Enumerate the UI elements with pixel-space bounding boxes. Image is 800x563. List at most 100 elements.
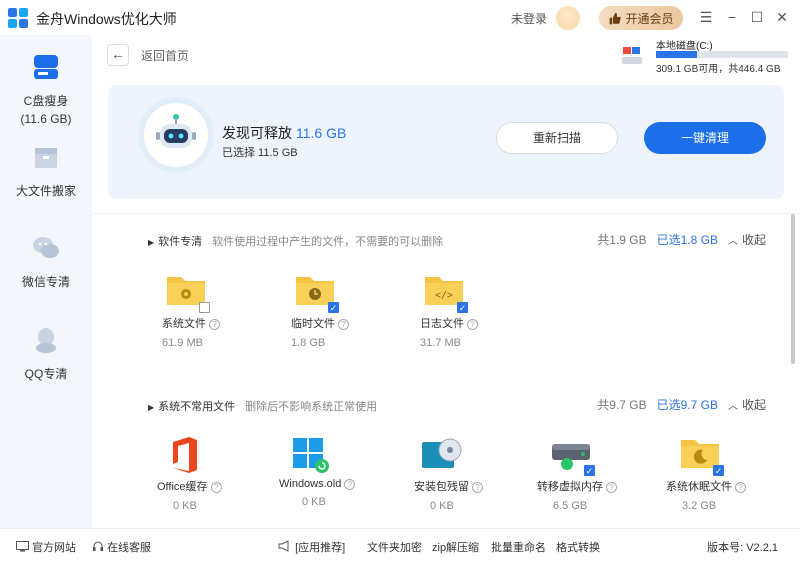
website-label: 官方网站 [32,542,77,554]
close-icon[interactable]: ✕ [774,9,790,25]
help-icon[interactable]: ? [209,319,220,330]
qq-icon [36,328,56,353]
headset-icon [93,541,103,551]
checkbox-checked[interactable]: ✓ [713,465,724,476]
help-icon[interactable]: ? [344,479,356,490]
section-desc: 软件使用过程中产生的文件，不需要的可以删除 [212,236,444,248]
section-selected: 已选9.7 GB [656,398,718,412]
item-windows-old[interactable]: Windows.old? 0 KB [279,436,379,508]
item-system-files[interactable]: 系统文件? 61.9 MB [162,273,262,349]
menu-icon[interactable]: ☰ [698,9,714,25]
item-size: 0 KB [302,496,326,508]
item-name: 系统休眠文件 [666,481,732,493]
disk-name: 本地磁盘(C:) [656,41,713,52]
section-title: 软件专清 [158,236,203,248]
sidebar-item-label: 大文件搬家 [15,184,76,198]
main-panel: ← 返回首页 本地磁盘(C:) 309.1 GB可用，共446.4 GB 发现可… [92,35,800,528]
windows-icon [293,438,329,473]
monitor-icon [16,541,29,552]
footer-link-folder-encrypt[interactable]: 文件夹加密 [367,539,422,555]
hero-title-text: 发现可释放 [222,125,292,141]
rescan-button[interactable]: 重新扫描 [496,122,618,154]
login-link[interactable]: 未登录 [511,10,547,27]
sidebar-item-qq-clean[interactable]: QQ专清 [0,324,92,382]
footer-link-format-convert[interactable]: 格式转换 [556,539,600,555]
item-name: Windows.old [279,478,342,490]
section-total: 共9.7 GB [597,398,647,412]
disk-usage-fill [656,51,697,58]
section-desc: 删除后不影响系统正常使用 [245,401,378,413]
collapse-label: 收起 [741,233,766,247]
sidebar-item-sub: (11.6 GB) [20,112,72,126]
online-support-link[interactable]: 在线客服 [92,539,151,555]
section-rarely-used-header[interactable]: ▶ 系统不常用文件 删除后不影响系统正常使用 [148,398,377,414]
sidebar-item-wechat-clean[interactable]: 微信专清 [0,232,92,290]
checkbox[interactable] [199,302,210,313]
section-selected: 已选1.8 GB [656,233,718,247]
help-icon[interactable]: ? [606,482,617,493]
installer-disc-icon [422,438,462,468]
help-icon[interactable]: ? [472,482,483,493]
official-website-link[interactable]: 官方网站 [16,539,76,555]
recommend-label: [应用推荐] [295,542,346,554]
scrollbar[interactable] [791,214,795,364]
maximize-icon[interactable]: ☐ [749,9,765,25]
sidebar-item-label: C盘瘦身 [23,94,69,108]
checkbox-checked[interactable]: ✓ [584,465,595,476]
item-name: 日志文件 [420,318,464,330]
app-title: 金舟Windows优化大师 [36,11,177,27]
collapse-button[interactable]: ︿ 收起 [728,231,766,248]
section-total: 共1.9 GB [597,233,647,247]
local-disk-icon [622,47,642,64]
office-icon [173,437,197,473]
wechat-icon [33,237,59,258]
help-icon[interactable]: ? [210,482,222,493]
item-size: 1.8 GB [291,337,326,349]
support-label: 在线客服 [107,542,152,554]
item-move-virtual-memory[interactable]: ✓ 转移虚拟内存? 6.5 GB [537,436,637,512]
item-name: 系统文件 [162,318,206,330]
disk-slim-icon [34,55,58,79]
footer-link-zip[interactable]: zip解压缩 [432,539,479,555]
item-log-files[interactable]: </> ✓ 日志文件? 31.7 MB [420,273,520,349]
hero-title: 发现可释放 11.6 GB [222,123,346,143]
vip-button[interactable]: 开通会员 [599,6,683,30]
item-hibernation-file[interactable]: ✓ 系统休眠文件? 3.2 GB [666,436,766,512]
collapse-label: 收起 [741,398,766,412]
avatar[interactable] [556,6,580,30]
app-logo-icon [8,8,28,28]
expand-triangle-icon: ▶ [148,403,155,412]
help-icon[interactable]: ? [735,482,746,493]
collapse-button[interactable]: ︿ 收起 [728,396,766,413]
checkbox-checked[interactable]: ✓ [457,302,468,313]
hero-amount: 11.6 GB [296,125,347,141]
back-home-link[interactable]: 返回首页 [141,47,189,64]
back-button[interactable]: ← [107,44,129,66]
divider [92,213,800,214]
robot-icon [144,103,208,167]
checkbox-checked[interactable]: ✓ [328,302,339,313]
item-size: 61.9 MB [162,337,203,349]
scan-result-banner: 发现可释放 11.6 GB 已选择 11.5 GB 重新扫描 一键清理 [108,85,784,199]
item-temp-files[interactable]: ✓ 临时文件? 1.8 GB [291,273,391,349]
svg-text:</>: </> [435,290,453,301]
thumb-icon [610,12,622,24]
vip-label: 开通会员 [625,11,674,26]
title-bar: 金舟Windows优化大师 未登录 开通会员 ☰ − ☐ ✕ [0,0,800,35]
disk-usage-bar [656,51,788,58]
item-office-cache[interactable]: Office缓存? 0 KB [157,436,257,512]
minimize-icon[interactable]: − [724,9,740,25]
sidebar-item-c-drive-slim[interactable]: C盘瘦身 (11.6 GB) [0,51,92,126]
item-installer-leftovers[interactable]: 安装包残留? 0 KB [414,436,514,512]
section-rarely-used-summary: 共9.7 GB 已选9.7 GB ︿ 收起 [597,396,766,413]
one-click-clean-button[interactable]: 一键清理 [644,122,766,154]
section-software-clean-header[interactable]: ▶ 软件专清 软件使用过程中产生的文件，不需要的可以删除 [148,233,443,249]
help-icon[interactable]: ? [467,319,478,330]
app-recommend[interactable]: [应用推荐] [278,539,345,555]
item-size: 0 KB [430,500,454,512]
sidebar-item-big-file-move[interactable]: 大文件搬家 [0,141,92,199]
footer-link-batch-rename[interactable]: 批量重命名 [491,539,546,555]
help-icon[interactable]: ? [338,319,349,330]
section-title: 系统不常用文件 [158,401,236,413]
hero-selected: 已选择 11.5 GB [222,147,298,159]
